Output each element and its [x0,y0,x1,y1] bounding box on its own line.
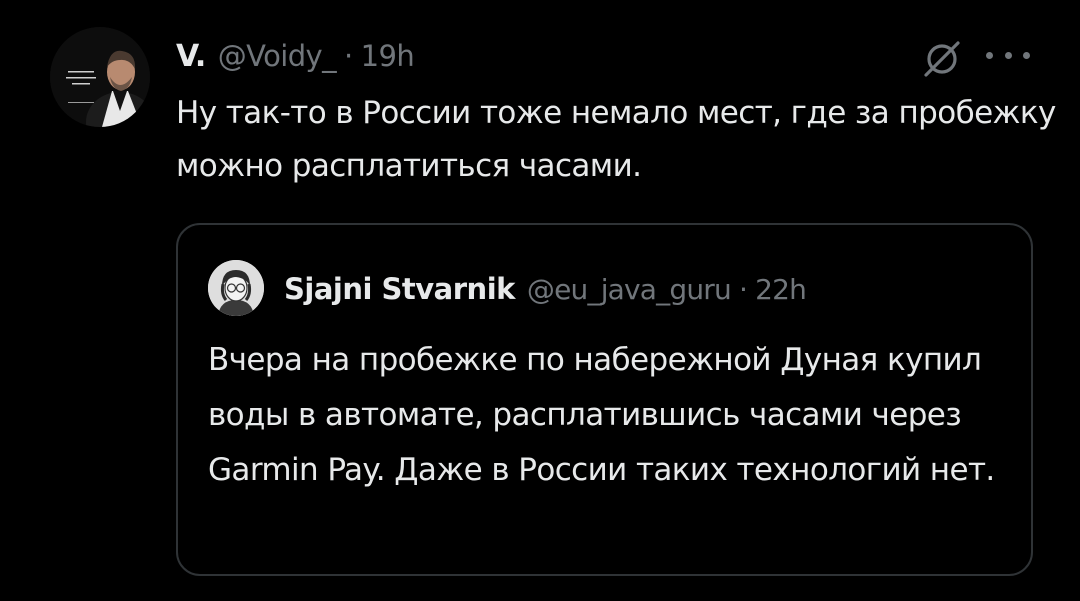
tweet-text: Ну так-то в России тоже немало мест, где… [176,95,1056,184]
tweet-header: V. @Voidy_ · 19h [176,34,415,78]
author-avatar[interactable] [50,27,150,127]
more-dot [986,51,993,59]
quoted-tweet-timestamp[interactable]: 22h [755,273,807,306]
grok-icon[interactable] [922,39,962,79]
quoted-author-name[interactable]: Sjajni Stvarnik [284,272,515,306]
tweet[interactable]: V. @Voidy_ · 19h Ну так-то в России тоже… [0,0,1080,601]
quoted-author-handle[interactable]: @eu_java_guru [527,273,732,306]
avatar-photo-icon [50,27,150,127]
tweet-timestamp[interactable]: 19h [361,39,415,73]
quoted-tweet-text: Вчера на пробежке по набережной Дуная ку… [208,342,995,488]
more-options-icon[interactable] [986,38,1030,72]
author-name[interactable]: V. [176,39,206,74]
quoted-author-avatar[interactable] [208,260,264,316]
quoted-tweet-header: Sjajni Stvarnik @eu_java_guru · 22h [284,267,807,311]
quoted-tweet[interactable]: Sjajni Stvarnik @eu_java_guru · 22h Вчер… [176,223,1033,576]
quoted-header-separator: · [738,272,748,306]
more-dot [1004,51,1012,59]
author-handle[interactable]: @Voidy_ [218,39,337,73]
more-dot [1023,51,1030,59]
header-separator: · [344,39,353,73]
avatar-cartoon-icon [208,260,264,316]
